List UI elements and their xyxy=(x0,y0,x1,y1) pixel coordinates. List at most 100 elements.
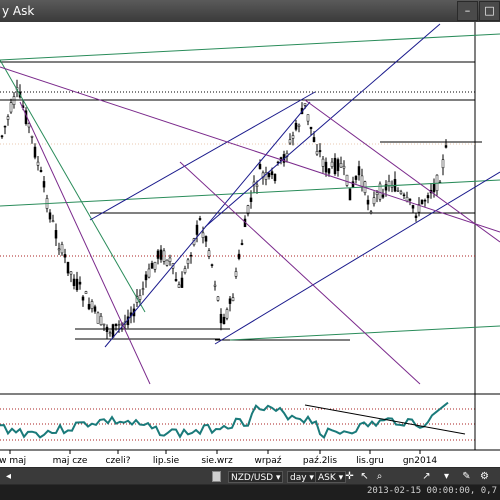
candle-body xyxy=(138,295,142,300)
scrollbar-thumb[interactable] xyxy=(212,471,221,482)
candle-body xyxy=(390,185,394,188)
dropdown-icon[interactable]: ▾ xyxy=(440,470,453,483)
candle-body xyxy=(423,199,427,202)
candle-body xyxy=(297,124,301,127)
candle-body xyxy=(3,125,7,128)
candle-body xyxy=(42,181,46,188)
candle-body xyxy=(174,279,178,282)
candle-body xyxy=(366,199,370,205)
time-axis-label: paź.2lis xyxy=(303,456,338,466)
candle-body xyxy=(318,150,322,153)
candle-body xyxy=(231,297,235,302)
zoom-icon[interactable]: ⌕ xyxy=(373,470,386,483)
candle-body xyxy=(396,190,400,192)
time-axis-label: lip.sie xyxy=(153,456,180,466)
candle-body xyxy=(33,146,37,158)
candle-body xyxy=(309,126,313,130)
pen-icon[interactable]: ✎ xyxy=(460,470,473,483)
candle-body xyxy=(66,261,70,274)
candle-body xyxy=(324,161,328,173)
candle-body xyxy=(183,268,187,273)
candle-body xyxy=(444,145,448,148)
crosshair-icon[interactable]: ✛ xyxy=(343,470,356,483)
time-axis-label: lis.gru xyxy=(356,456,384,466)
chart-scrollbar[interactable]: ◂ NZD/USD ▾ day ▾ ASK ▾ ✛ ↖ ⌕ ↗ ▾ ✎ ⚙ xyxy=(0,468,500,484)
candle-body xyxy=(273,173,277,181)
candle-body xyxy=(72,278,76,286)
scroll-left-icon[interactable]: ◂ xyxy=(2,470,15,483)
candle-body xyxy=(327,168,331,174)
candle-body xyxy=(426,195,430,199)
candle-body xyxy=(48,212,52,220)
candle-body xyxy=(111,324,115,338)
candle-body xyxy=(225,309,229,319)
candle-body xyxy=(9,102,13,113)
chart-area[interactable]: kw maj maj cze czeli? lip.sie sie.wrz wrpaź pa… xyxy=(0,22,500,467)
candle-body xyxy=(144,274,148,281)
candle-body xyxy=(195,224,199,235)
time-axis-label: gn2014 xyxy=(403,456,438,466)
candle-body xyxy=(333,157,337,175)
bottom-toolbar: ◂ NZD/USD ▾ day ▾ ASK ▾ ✛ ↖ ⌕ ↗ ▾ ✎ ⚙ 20… xyxy=(0,467,500,500)
time-axis: kw maj maj cze czeli? lip.sie sie.wrz wrpaź pa… xyxy=(0,449,500,466)
price-chart[interactable]: kw maj maj cze czeli? lip.sie sie.wrz wrpaź pa… xyxy=(0,22,500,467)
candle-body xyxy=(6,116,10,120)
candle-body xyxy=(0,135,4,138)
price-side-value: ASK xyxy=(318,473,336,483)
price-side-select[interactable]: ASK ▾ xyxy=(315,471,347,483)
candle-body xyxy=(39,170,43,172)
candle-body xyxy=(288,139,292,144)
candle-body xyxy=(156,250,160,259)
candle-body xyxy=(372,197,376,205)
candle-body xyxy=(414,215,418,218)
title-bar: y Ask – □ xyxy=(0,0,500,22)
timeframe-select[interactable]: day ▾ xyxy=(287,471,317,483)
symbol-select[interactable]: NZD/USD ▾ xyxy=(228,471,284,483)
candle-body xyxy=(312,137,316,143)
candle-body xyxy=(75,278,79,291)
status-bar: 2013-02-15 00:00:00, 0,7 xyxy=(0,485,500,500)
candle-body xyxy=(234,271,238,277)
candle-body xyxy=(219,313,223,324)
oscillator-line[interactable] xyxy=(0,401,449,440)
candle-body xyxy=(60,244,64,254)
candle-body xyxy=(339,163,343,168)
pointer-icon[interactable]: ↗ xyxy=(420,470,433,483)
maximize-button[interactable]: □ xyxy=(479,1,500,21)
candle-body xyxy=(30,136,34,138)
candle-body xyxy=(165,259,169,266)
candle-body xyxy=(411,205,415,209)
candle-body xyxy=(54,230,58,239)
candle-body xyxy=(294,122,298,130)
candle-body xyxy=(237,253,241,259)
candle-body xyxy=(186,259,190,264)
time-axis-label: maj cze xyxy=(53,456,88,466)
cursor-icon[interactable]: ↖ xyxy=(358,470,371,483)
candle-body xyxy=(408,198,412,201)
time-axis-label: wrpaź xyxy=(254,456,281,466)
time-axis-label: kw maj xyxy=(0,456,26,466)
candle-body xyxy=(189,254,193,257)
minimize-button[interactable]: – xyxy=(457,1,478,21)
candle-body xyxy=(201,232,205,238)
candle-body xyxy=(387,180,391,186)
main-panel-background xyxy=(0,22,475,394)
candle-body xyxy=(375,192,379,195)
settings-icon[interactable]: ⚙ xyxy=(478,470,491,483)
candle-body xyxy=(12,96,16,105)
candle-body xyxy=(57,248,61,251)
candle-body xyxy=(78,281,82,285)
candle-body xyxy=(342,165,346,169)
candle-body xyxy=(357,166,361,176)
candle-body xyxy=(84,291,88,294)
candle-body xyxy=(321,158,325,167)
candle-body xyxy=(336,159,340,172)
candle-body xyxy=(198,218,202,220)
oscillator-panel xyxy=(0,394,476,450)
window-title: y Ask xyxy=(2,4,35,18)
candle-body xyxy=(207,250,211,257)
candle-body xyxy=(267,172,271,178)
candle-body xyxy=(384,184,388,191)
candle-body xyxy=(114,323,118,327)
candle-body xyxy=(222,316,226,325)
